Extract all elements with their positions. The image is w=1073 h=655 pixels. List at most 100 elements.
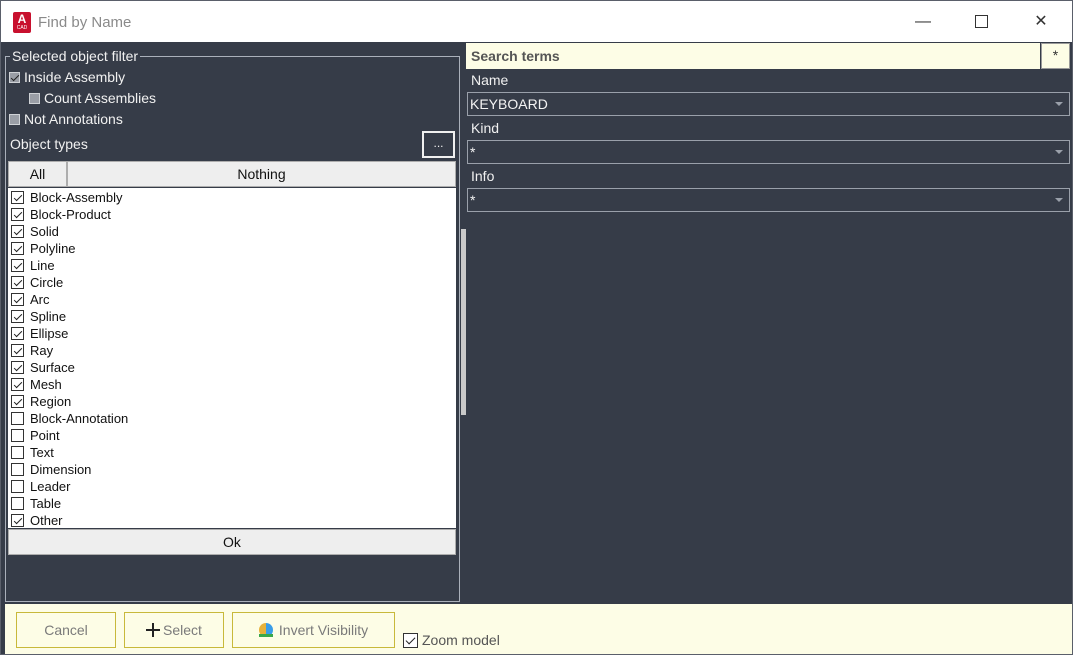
count-assemblies-checkbox[interactable] — [29, 92, 40, 104]
cancel-button[interactable]: Cancel — [16, 612, 116, 648]
object-type-label: Solid — [30, 224, 59, 239]
chevron-down-icon[interactable] — [1055, 150, 1063, 154]
object-type-label: Block-Product — [30, 207, 111, 222]
object-type-item[interactable]: Block-Assembly — [9, 189, 455, 206]
object-type-checkbox[interactable] — [11, 191, 24, 204]
object-type-checkbox[interactable] — [11, 276, 24, 289]
info-combobox[interactable]: * — [467, 188, 1070, 212]
inside-assembly-label: Inside Assembly — [24, 69, 126, 85]
object-type-item[interactable]: Circle — [9, 274, 455, 291]
kind-value: * — [470, 144, 476, 160]
splitter-handle[interactable] — [461, 229, 466, 415]
select-all-none-row: All Nothing — [8, 161, 456, 187]
object-types-label: Object types — [10, 136, 88, 152]
object-type-item[interactable]: Block-Product — [9, 206, 455, 223]
chevron-down-icon[interactable] — [1055, 198, 1063, 202]
object-type-label: Mesh — [30, 377, 62, 392]
object-type-item[interactable]: Polyline — [9, 240, 455, 257]
name-combobox[interactable]: KEYBOARD — [467, 92, 1070, 116]
object-types-more-button[interactable]: ... — [422, 131, 455, 158]
object-type-checkbox[interactable] — [11, 293, 24, 306]
inside-assembly-option[interactable]: Inside Assembly — [9, 69, 125, 85]
name-label: Name — [471, 72, 509, 88]
nothing-button[interactable]: Nothing — [67, 161, 456, 187]
title-bar[interactable]: A CAD Find by Name — ✕ — [1, 1, 1072, 42]
object-type-checkbox[interactable] — [11, 361, 24, 374]
minimize-button[interactable]: — — [894, 1, 952, 42]
object-type-item[interactable]: Text — [9, 444, 455, 461]
visibility-icon — [258, 623, 273, 637]
object-type-item[interactable]: Mesh — [9, 376, 455, 393]
invert-visibility-button[interactable]: Invert Visibility — [232, 612, 395, 648]
object-type-checkbox[interactable] — [11, 497, 24, 510]
close-button[interactable]: ✕ — [1012, 1, 1070, 42]
object-type-item[interactable]: Point — [9, 427, 455, 444]
object-types-list[interactable]: Block-Assembly Block-Product Solid Polyline… — [8, 188, 456, 528]
object-type-checkbox[interactable] — [11, 395, 24, 408]
object-type-checkbox[interactable] — [11, 480, 24, 493]
object-type-item[interactable]: Other — [9, 512, 455, 529]
object-type-checkbox[interactable] — [11, 225, 24, 238]
object-type-checkbox[interactable] — [11, 259, 24, 272]
not-annotations-label: Not Annotations — [24, 111, 123, 127]
object-type-item[interactable]: Table — [9, 495, 455, 512]
ok-button[interactable]: Ok — [8, 529, 456, 555]
info-label: Info — [471, 168, 495, 184]
object-type-checkbox[interactable] — [11, 463, 24, 476]
not-annotations-option[interactable]: Not Annotations — [9, 111, 123, 127]
object-type-checkbox[interactable] — [11, 446, 24, 459]
object-type-checkbox[interactable] — [11, 344, 24, 357]
count-assemblies-option[interactable]: Count Assemblies — [29, 90, 156, 106]
object-filter-legend: Selected object filter — [10, 48, 141, 64]
object-type-label: Leader — [30, 479, 71, 494]
object-type-label: Circle — [30, 275, 64, 290]
object-type-checkbox[interactable] — [11, 412, 24, 425]
object-type-checkbox[interactable] — [11, 378, 24, 391]
crosshair-icon — [146, 623, 161, 637]
not-annotations-checkbox[interactable] — [9, 113, 20, 125]
zoom-model-option[interactable]: Zoom model — [403, 632, 500, 648]
zoom-model-checkbox[interactable] — [403, 632, 418, 648]
close-icon: ✕ — [1034, 13, 1048, 30]
object-type-item[interactable]: Ellipse — [9, 325, 455, 342]
object-type-item[interactable]: Spline — [9, 308, 455, 325]
object-type-item[interactable]: Line — [9, 257, 455, 274]
object-type-label: Spline — [30, 309, 67, 324]
object-type-label: Block-Annotation — [30, 411, 129, 426]
object-type-item[interactable]: Ray — [9, 342, 455, 359]
chevron-down-icon[interactable] — [1055, 102, 1063, 106]
object-type-item[interactable]: Leader — [9, 478, 455, 495]
object-type-checkbox[interactable] — [11, 242, 24, 255]
object-type-label: Ray — [30, 343, 54, 358]
object-type-checkbox[interactable] — [11, 429, 24, 442]
object-type-checkbox[interactable] — [11, 208, 24, 221]
object-type-checkbox[interactable] — [11, 310, 24, 323]
select-button[interactable]: Select — [124, 612, 224, 648]
object-type-label: Point — [30, 428, 60, 443]
all-button[interactable]: All — [8, 161, 67, 187]
find-by-name-dialog: A CAD Find by Name — ✕ Selected object f… — [0, 0, 1073, 655]
object-type-item[interactable]: Region — [9, 393, 455, 410]
object-type-item[interactable]: Solid — [9, 223, 455, 240]
kind-label: Kind — [471, 120, 500, 136]
search-terms-header: Search terms — [466, 43, 1040, 69]
object-type-label: Table — [30, 496, 62, 511]
object-type-label: Arc — [30, 292, 50, 307]
minimize-icon: — — [915, 13, 931, 30]
object-type-item[interactable]: Arc — [9, 291, 455, 308]
object-type-label: Line — [30, 258, 55, 273]
zoom-model-label: Zoom model — [422, 632, 500, 648]
object-type-item[interactable]: Dimension — [9, 461, 455, 478]
kind-combobox[interactable]: * — [467, 140, 1070, 164]
object-type-item[interactable]: Block-Annotation — [9, 410, 455, 427]
object-type-item[interactable]: Surface — [9, 359, 455, 376]
object-type-checkbox[interactable] — [11, 327, 24, 340]
name-value: KEYBOARD — [470, 96, 548, 112]
wildcard-button[interactable]: * — [1041, 43, 1070, 69]
object-type-label: Surface — [30, 360, 75, 375]
object-type-checkbox[interactable] — [11, 514, 24, 527]
object-type-label: Dimension — [30, 462, 92, 477]
maximize-button[interactable] — [952, 1, 1010, 42]
inside-assembly-checkbox[interactable] — [9, 71, 20, 83]
object-type-label: Region — [30, 394, 72, 409]
